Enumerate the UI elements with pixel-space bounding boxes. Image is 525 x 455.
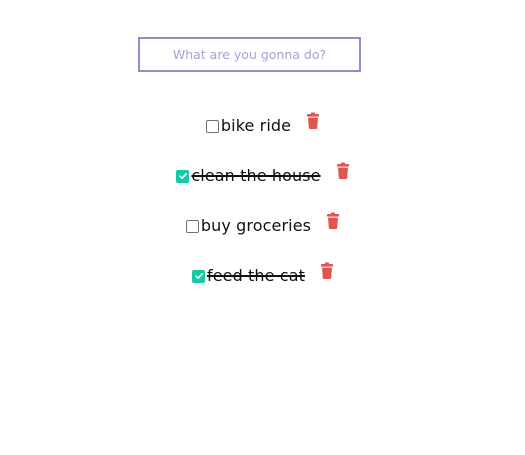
trash-icon[interactable] (320, 262, 333, 279)
todo-item: feed the cat (0, 255, 525, 295)
trash-icon-glyph (336, 162, 349, 179)
check-icon (179, 173, 187, 179)
trash-icon[interactable] (327, 212, 340, 229)
trash-icon-glyph (320, 262, 333, 279)
trash-icon-glyph (307, 112, 320, 129)
todo-checkbox[interactable] (192, 269, 205, 283)
trash-icon[interactable] (336, 162, 349, 179)
trash-icon-glyph (327, 212, 340, 229)
new-task-input[interactable] (138, 37, 361, 72)
todo-text: clean the house (191, 165, 321, 185)
todo-checkbox[interactable] (176, 169, 190, 183)
todo-item: clean the house (0, 155, 525, 195)
trash-icon[interactable] (307, 112, 320, 129)
todo-text: buy groceries (200, 215, 312, 235)
todo-checkbox[interactable] (205, 119, 219, 133)
todo-text: feed the cat (207, 265, 305, 285)
todo-app: bike ride clean the house buy groceries … (0, 0, 525, 455)
check-icon (194, 273, 203, 279)
todo-list: bike ride clean the house buy groceries … (0, 105, 525, 305)
todo-item: buy groceries (0, 205, 525, 245)
todo-item: bike ride (0, 105, 525, 145)
todo-checkbox[interactable] (185, 219, 199, 233)
todo-text: bike ride (220, 115, 292, 135)
